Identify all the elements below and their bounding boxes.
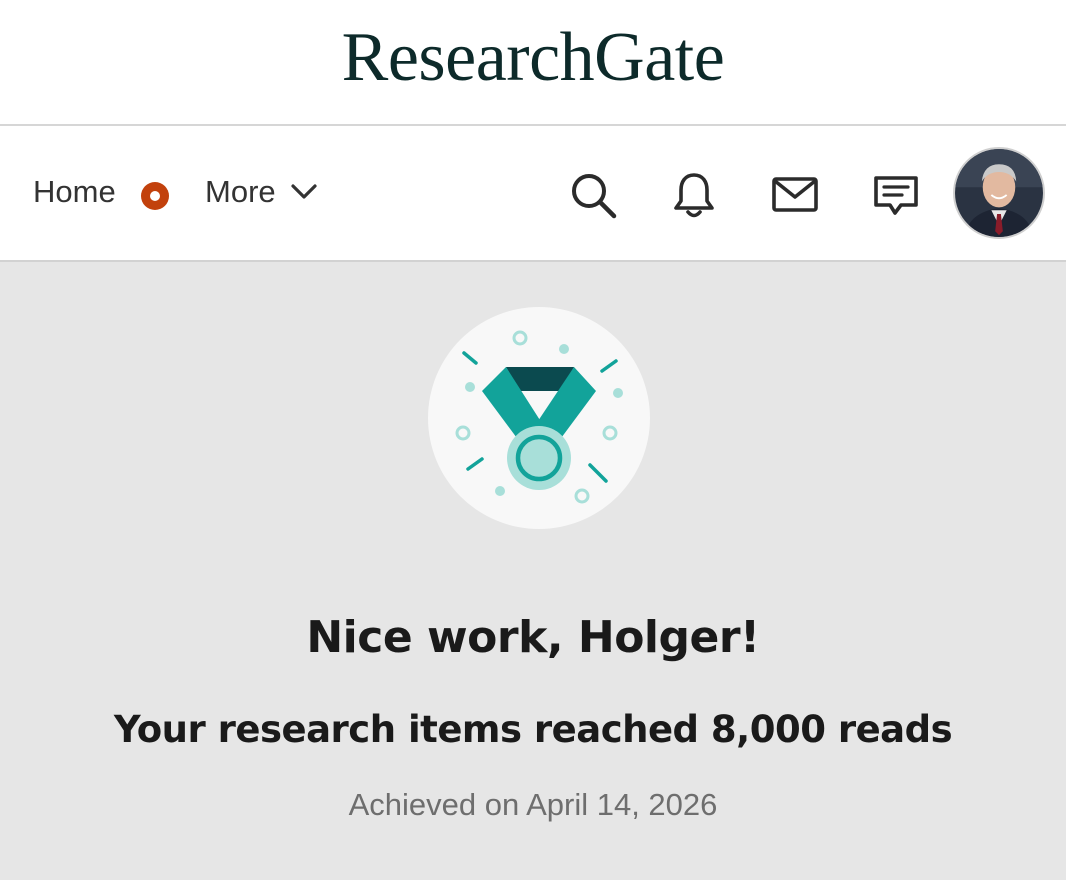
logo-header: ResearchGate xyxy=(0,0,1066,126)
mail-icon[interactable] xyxy=(770,170,820,220)
achievement-message: Your research items reached 8,000 reads xyxy=(113,708,953,751)
nav-more-label: More xyxy=(205,174,276,209)
nav-home-link[interactable]: Home xyxy=(33,172,116,212)
nav-more-menu[interactable]: More xyxy=(205,172,318,212)
message-icon[interactable] xyxy=(871,170,921,220)
notification-dot-icon xyxy=(141,182,169,210)
medal-badge xyxy=(428,307,650,529)
achievement-headline: Nice work, Holger! xyxy=(306,612,760,663)
user-avatar[interactable] xyxy=(953,147,1045,239)
medal-icon xyxy=(455,330,623,504)
chevron-down-icon xyxy=(291,184,317,199)
bell-icon[interactable] xyxy=(669,170,719,220)
top-navigation: Home More xyxy=(0,126,1066,262)
researchgate-logo[interactable]: ResearchGate xyxy=(0,18,1066,98)
user-avatar-image xyxy=(955,149,1043,237)
search-icon[interactable] xyxy=(568,170,618,220)
achievement-date: Achieved on April 14, 2026 xyxy=(348,787,718,822)
